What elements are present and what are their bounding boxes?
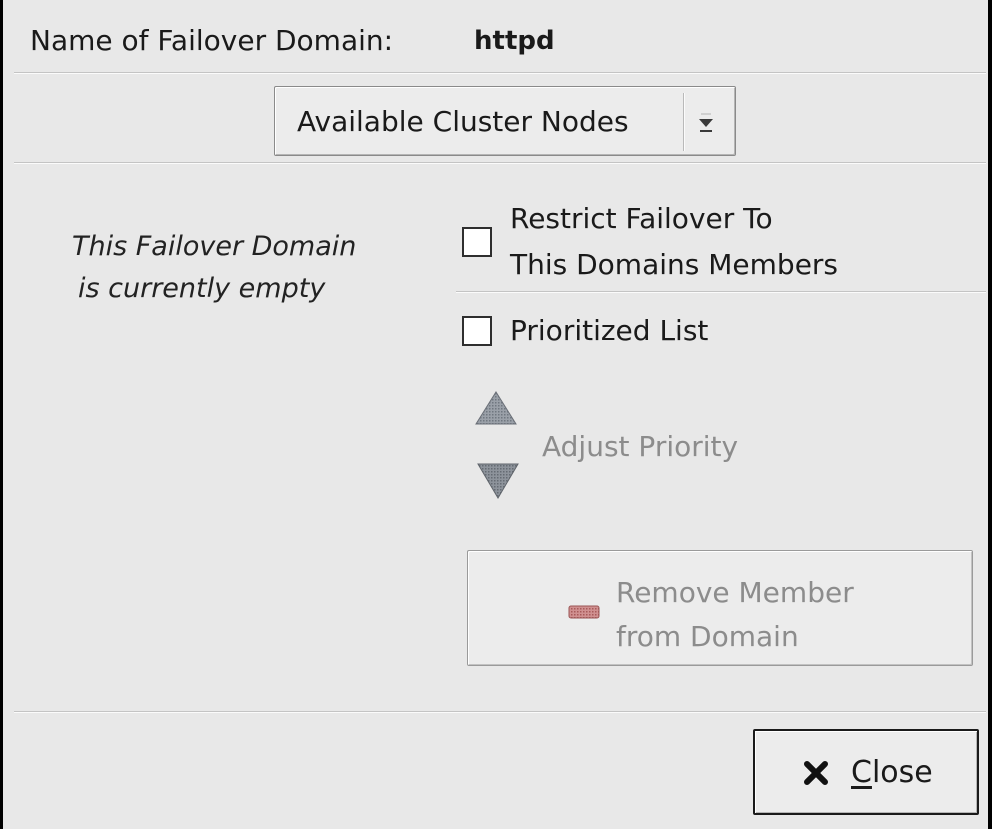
- dropdown-selected-label: Available Cluster Nodes: [297, 105, 629, 138]
- prioritized-list-checkbox[interactable]: [462, 316, 492, 346]
- options-divider: [456, 291, 986, 293]
- restrict-failover-label[interactable]: Restrict Failover To This Domains Member…: [510, 196, 838, 288]
- close-label-rest: lose: [871, 755, 933, 790]
- remove-member-label-line2: from Domain: [616, 620, 799, 653]
- adjust-priority-label: Adjust Priority: [542, 430, 739, 463]
- dropdown-arrow-icon: [699, 113, 713, 132]
- dropdown-separator: [683, 93, 685, 151]
- close-button[interactable]: Close: [753, 729, 979, 815]
- members-empty-message: This Failover Domain is currently empty: [72, 226, 356, 310]
- restrict-failover-label-line1: Restrict Failover To: [510, 202, 773, 235]
- close-icon: [804, 761, 828, 785]
- prioritized-list-label[interactable]: Prioritized List: [510, 308, 708, 354]
- domain-name-label: Name of Failover Domain:: [30, 24, 394, 57]
- window-left-border: [0, 0, 3, 829]
- domain-name-value: httpd: [474, 26, 555, 56]
- restrict-failover-label-line2: This Domains Members: [510, 248, 839, 281]
- header-divider: [14, 72, 986, 74]
- priority-down-icon[interactable]: [476, 462, 520, 500]
- footer-divider: [14, 711, 986, 713]
- empty-message-line1: This Failover Domain: [72, 231, 357, 262]
- available-nodes-dropdown[interactable]: Available Cluster Nodes: [274, 86, 736, 156]
- remove-icon: [568, 605, 600, 619]
- remove-member-label: Remove Member from Domain: [616, 571, 854, 659]
- priority-up-icon[interactable]: [474, 390, 518, 426]
- remove-member-label-line1: Remove Member: [616, 576, 854, 609]
- empty-message-line2: is currently empty: [78, 273, 326, 304]
- close-button-label: Close: [851, 755, 933, 790]
- window-right-border: [988, 0, 992, 829]
- remove-member-button[interactable]: Remove Member from Domain: [467, 550, 973, 666]
- close-mnemonic: C: [851, 755, 872, 790]
- restrict-failover-checkbox[interactable]: [462, 227, 492, 257]
- dropdown-divider: [14, 162, 986, 164]
